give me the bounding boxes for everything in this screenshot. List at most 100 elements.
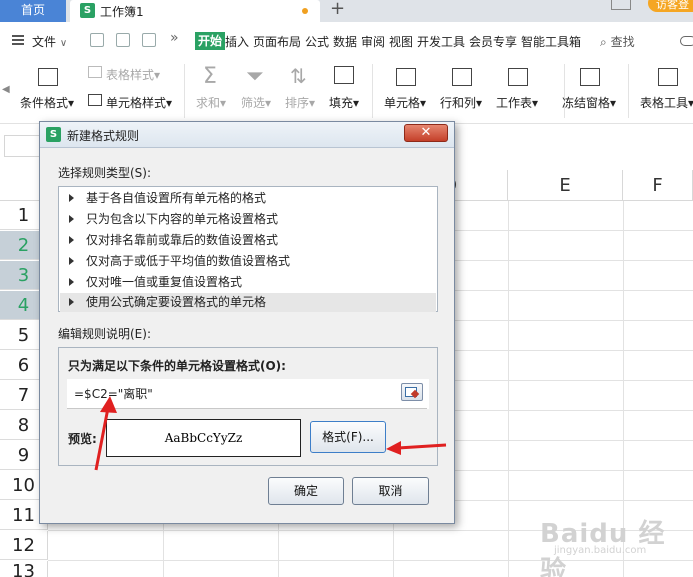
ok-button[interactable]: 确定 <box>268 477 344 505</box>
name-box[interactable] <box>4 135 44 157</box>
rule-type-item[interactable]: 基于各自值设置所有单元格的格式 <box>60 188 436 209</box>
sort-button[interactable]: 排序▾ <box>285 94 315 111</box>
triangle-right-icon <box>69 278 74 286</box>
cell-style-button[interactable]: 单元格样式▾ <box>106 94 172 111</box>
rule-type-item-selected[interactable]: 使用公式确定要设置格式的单元格 <box>60 293 436 312</box>
window-icon[interactable] <box>611 0 631 10</box>
edit-rule-desc-label: 编辑规则说明(E): <box>58 327 151 341</box>
rule-type-item[interactable]: 只为包含以下内容的单元格设置格式 <box>60 209 436 230</box>
dropdown-arrow-icon: ▾ <box>420 96 427 110</box>
rule-type-text: 基于各自值设置所有单元格的格式 <box>86 191 267 205</box>
sort-label: 排序 <box>285 96 310 110</box>
dropdown-arrow-icon: ▾ <box>68 96 75 110</box>
dialog-title: 新建格式规则 <box>67 129 140 143</box>
formula-input[interactable] <box>67 379 429 409</box>
menu-smart-toolbox[interactable]: 智能工具箱 <box>521 33 581 50</box>
worksheet-button[interactable]: 工作表▾ <box>496 94 538 111</box>
menu-member[interactable]: 会员专享 <box>469 33 517 50</box>
triangle-right-icon <box>69 298 74 306</box>
menu-bar: 文件 ∨ » 开始 插入 页面布局 公式 数据 审阅 视图 开发工具 会员专享 … <box>0 28 693 54</box>
menu-insert[interactable]: 插入 <box>225 33 249 50</box>
tab-home[interactable]: 首页 <box>0 0 66 22</box>
menu-developer[interactable]: 开发工具 <box>417 33 465 50</box>
save-icon[interactable] <box>90 33 104 47</box>
file-menu-label: 文件 <box>32 35 57 49</box>
row-col-button[interactable]: 行和列▾ <box>440 94 482 111</box>
wps-sheet-icon: S <box>80 3 95 18</box>
rule-type-text: 只为包含以下内容的单元格设置格式 <box>86 212 279 226</box>
row-header[interactable]: 13 <box>0 561 48 577</box>
ribbon-separator <box>372 64 373 118</box>
search-label: 查找 <box>610 35 635 49</box>
dropdown-arrow-icon: ▾ <box>154 68 161 82</box>
column-header-e[interactable]: E <box>508 170 623 201</box>
table-tools-button[interactable]: 表格工具▾ <box>640 94 693 111</box>
unsaved-dot-icon <box>302 8 308 14</box>
grid-line <box>508 201 509 577</box>
menu-home-start[interactable]: 开始 <box>195 32 226 50</box>
ribbon-scroll-left-icon[interactable]: ◀ <box>2 84 10 95</box>
dropdown-arrow-icon: ▾ <box>265 96 272 110</box>
cancel-button[interactable]: 取消 <box>352 477 429 505</box>
menu-formulas[interactable]: 公式 <box>305 33 329 50</box>
menu-view[interactable]: 视图 <box>389 33 413 50</box>
fill-label: 填充 <box>329 96 354 110</box>
export-icon[interactable] <box>116 33 130 47</box>
table-style-button[interactable]: 表格样式▾ <box>106 66 160 83</box>
hamburger-icon[interactable] <box>12 35 24 45</box>
sum-label: 求和 <box>196 96 221 110</box>
cell-icon <box>396 68 416 86</box>
preview-box: AaBbCcYyZz <box>106 419 301 457</box>
column-header-f[interactable]: F <box>623 170 693 201</box>
watermark-sub: jingyan.baidu.com <box>554 545 647 556</box>
cell-style-icon <box>88 94 102 106</box>
menu-data[interactable]: 数据 <box>333 33 357 50</box>
row-col-icon <box>452 68 472 86</box>
dropdown-arrow-icon: ▾ <box>610 96 617 110</box>
menu-page-layout[interactable]: 页面布局 <box>253 33 301 50</box>
filter-icon: ⏷ <box>246 64 264 89</box>
range-picker-button[interactable] <box>401 383 423 401</box>
rule-type-item[interactable]: 仅对排名靠前或靠后的数值设置格式 <box>60 230 436 251</box>
menu-review[interactable]: 审阅 <box>361 33 385 50</box>
rule-type-text: 使用公式确定要设置格式的单元格 <box>86 295 267 309</box>
rule-type-item[interactable]: 仅对唯一值或重复值设置格式 <box>60 272 436 293</box>
close-icon: ✕ <box>420 125 432 140</box>
freeze-panes-button[interactable]: 冻结窗格▾ <box>562 94 616 111</box>
baidu-jingyan-watermark: Baidu 经验 jingyan.baidu.com <box>530 513 690 577</box>
conditional-format-icon <box>38 68 58 86</box>
cell-button[interactable]: 单元格▾ <box>384 94 426 111</box>
sum-button[interactable]: 求和▾ <box>196 94 226 111</box>
print-icon[interactable] <box>142 33 156 47</box>
tab-bar: 首页 S 工作簿1 + 访客登 <box>0 0 693 22</box>
worksheet-label: 工作表 <box>496 96 533 110</box>
tab-workbook[interactable]: S 工作簿1 <box>70 0 320 22</box>
rule-type-text: 仅对高于或低于平均值的数值设置格式 <box>86 254 291 268</box>
fill-button[interactable]: 填充▾ <box>329 94 359 111</box>
filter-button[interactable]: 筛选▾ <box>241 94 271 111</box>
sort-icon: ⇅ <box>290 64 307 88</box>
table-style-icon <box>88 66 102 78</box>
more-commands-icon[interactable]: » <box>170 30 179 46</box>
rule-type-list[interactable]: 基于各自值设置所有单元格的格式 只为包含以下内容的单元格设置格式 仅对排名靠前或… <box>58 186 438 312</box>
cloud-icon[interactable] <box>680 36 693 46</box>
wps-sheet-icon: S <box>46 127 61 142</box>
rule-type-text: 仅对唯一值或重复值设置格式 <box>86 275 243 289</box>
add-tab-button[interactable]: + <box>330 0 345 19</box>
visitor-login-button[interactable]: 访客登 <box>648 0 693 12</box>
close-button[interactable]: ✕ <box>404 124 448 142</box>
dialog-titlebar[interactable]: S 新建格式规则 ✕ <box>40 122 454 148</box>
conditional-format-button[interactable]: 条件格式▾ <box>20 94 74 111</box>
triangle-right-icon <box>69 194 74 202</box>
file-menu[interactable]: 文件 ∨ <box>32 33 67 50</box>
cell-label: 单元格 <box>384 96 421 110</box>
rule-type-text: 仅对排名靠前或靠后的数值设置格式 <box>86 233 279 247</box>
rule-type-item[interactable]: 仅对高于或低于平均值的数值设置格式 <box>60 251 436 272</box>
format-button[interactable]: 格式(F)... <box>310 421 386 453</box>
freeze-panes-icon <box>580 68 600 86</box>
select-rule-type-label: 选择规则类型(S): <box>58 166 152 180</box>
dropdown-arrow-icon: ▾ <box>353 96 360 110</box>
row-header[interactable]: 12 <box>0 531 48 560</box>
search-command[interactable]: ⌕ 查找 <box>600 33 635 50</box>
formula-condition-label: 只为满足以下条件的单元格设置格式(O): <box>68 359 286 373</box>
